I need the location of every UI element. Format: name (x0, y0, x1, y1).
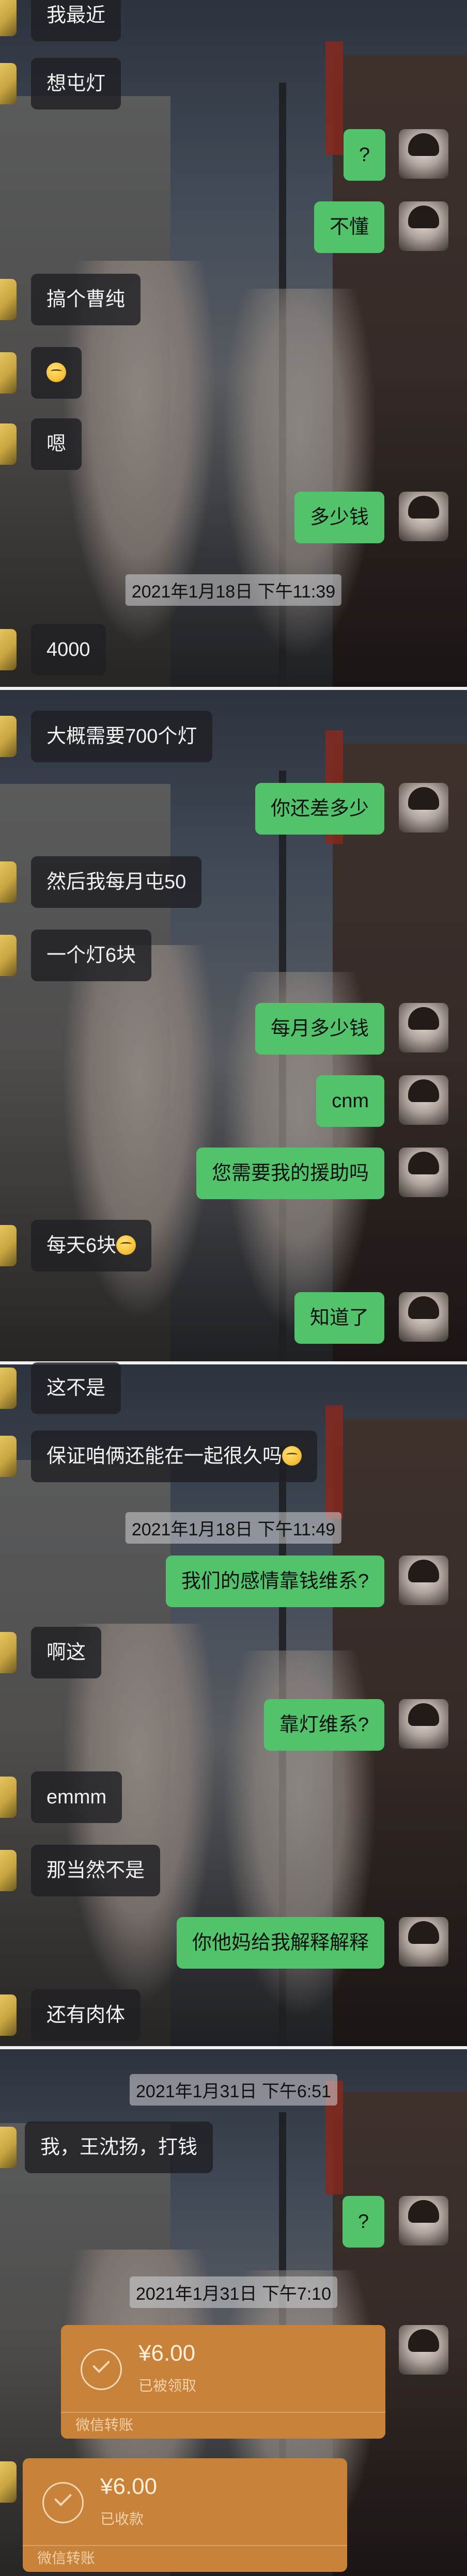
my-avatar[interactable] (399, 129, 448, 179)
message-bubble[interactable]: 啊这 (31, 1627, 102, 1678)
screenshot-divider (0, 2046, 467, 2049)
my-avatar[interactable] (399, 1292, 448, 1342)
my-avatar[interactable] (399, 1148, 448, 1197)
message-bubble[interactable]: 嗯 (31, 418, 82, 470)
contact-avatar[interactable] (0, 2461, 17, 2503)
message-bubble[interactable]: emmm (31, 1771, 122, 1823)
timestamp: 2021年1月31日 下午7:10 (130, 2276, 337, 2308)
message-bubble[interactable]: 那当然不是 (31, 1845, 161, 1896)
screenshot-divider (0, 687, 467, 690)
message-bubble[interactable]: 你还差多少 (255, 783, 384, 835)
check-circle-icon (42, 2482, 84, 2523)
transfer-label: 微信转账 (37, 2550, 96, 2566)
contact-avatar[interactable] (0, 1777, 17, 1818)
contact-avatar[interactable] (0, 861, 17, 903)
message-bubble[interactable]: 我，王沈扬，打钱 (25, 2122, 213, 2173)
message-bubble[interactable]: 这不是 (31, 1362, 121, 1414)
message-bubble[interactable]: ? (343, 129, 385, 181)
contact-avatar[interactable] (0, 279, 17, 320)
contact-avatar[interactable] (0, 1225, 17, 1266)
message-bubble[interactable]: 每月多少钱 (255, 1003, 384, 1055)
my-avatar[interactable] (399, 1917, 448, 1967)
contact-avatar[interactable] (0, 2127, 17, 2168)
transfer-status: 已被领取 (138, 2378, 197, 2394)
message-bubble[interactable]: 多少钱 (294, 492, 384, 543)
smile-emoji-icon (116, 1235, 136, 1255)
contact-avatar[interactable] (0, 935, 17, 976)
message-bubble[interactable]: 大概需要700个灯 (31, 711, 213, 762)
my-avatar[interactable] (399, 201, 448, 251)
transfer-status: 已收款 (100, 2511, 144, 2527)
message-bubble[interactable] (31, 347, 82, 399)
message-bubble[interactable]: 然后我每月屯50 (31, 856, 202, 908)
message-bubble[interactable]: ? (342, 2196, 384, 2248)
message-bubble[interactable]: 保证咱俩还能在一起很久吗 (31, 1431, 318, 1482)
check-circle-icon (81, 2349, 122, 2390)
message-bubble[interactable]: 知道了 (294, 1292, 384, 1344)
contact-avatar[interactable] (0, 716, 17, 757)
message-bubble[interactable]: 想屯灯 (31, 58, 121, 109)
contact-avatar[interactable] (0, 0, 17, 36)
contact-avatar[interactable] (0, 629, 17, 670)
message-bubble[interactable]: 还有肉体 (31, 1989, 141, 2041)
transfer-label: 微信转账 (75, 2417, 134, 2433)
message-bubble[interactable]: 搞个曹纯 (31, 274, 141, 325)
contact-avatar[interactable] (0, 63, 17, 104)
message-bubble[interactable]: 我最近 (31, 0, 121, 41)
contact-avatar[interactable] (0, 352, 17, 394)
message-bubble[interactable]: 每天6块 (31, 1220, 152, 1271)
my-avatar[interactable] (399, 492, 448, 541)
message-bubble[interactable]: 靠灯维系? (263, 1699, 384, 1751)
contact-avatar[interactable] (0, 1436, 17, 1477)
timestamp: 2021年1月18日 下午11:49 (125, 1512, 342, 1544)
transfer-amount: ¥6.00 (100, 2474, 158, 2499)
my-avatar[interactable] (399, 1556, 448, 1605)
message-bubble[interactable]: cnm (316, 1075, 384, 1127)
transfer-amount: ¥6.00 (138, 2341, 196, 2366)
smile-emoji-icon (282, 1446, 302, 1466)
contact-avatar[interactable] (0, 423, 17, 465)
contact-avatar[interactable] (0, 1368, 17, 1409)
my-avatar[interactable] (399, 783, 448, 833)
timestamp: 2021年1月18日 下午11:39 (125, 574, 342, 606)
message-bubble[interactable]: 您需要我的援助吗 (196, 1148, 384, 1199)
wechat-transfer-card[interactable]: ¥6.00 已收款 微信转账 (23, 2458, 347, 2572)
message-bubble[interactable]: 一个灯6块 (31, 930, 152, 981)
my-avatar[interactable] (399, 1003, 448, 1053)
message-bubble[interactable]: 不懂 (314, 201, 384, 253)
contact-avatar[interactable] (0, 1632, 17, 1673)
contact-avatar[interactable] (0, 1994, 17, 2036)
message-bubble[interactable]: 我们的感情靠钱维系? (165, 1556, 384, 1607)
my-avatar[interactable] (399, 2196, 448, 2245)
message-bubble[interactable]: 4000 (31, 624, 106, 676)
wechat-transfer-card[interactable]: ¥6.00 已被领取 微信转账 (61, 2325, 385, 2439)
smile-emoji-icon (46, 363, 66, 382)
timestamp: 2021年1月31日 下午6:51 (130, 2074, 337, 2106)
contact-avatar[interactable] (0, 1850, 17, 1891)
my-avatar[interactable] (399, 1075, 448, 1125)
my-avatar[interactable] (399, 1699, 448, 1749)
my-avatar[interactable] (399, 2325, 448, 2375)
message-bubble[interactable]: 你他妈给我解释解释 (176, 1917, 384, 1969)
